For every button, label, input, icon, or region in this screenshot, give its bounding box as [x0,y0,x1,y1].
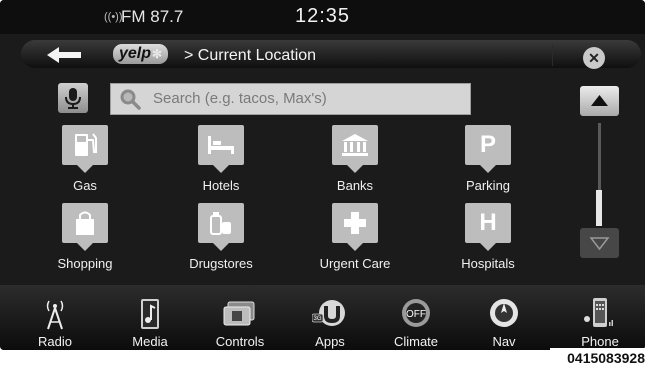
shopping-bag-icon [62,203,108,251]
yelp-logo-text: yelp [119,45,152,62]
header-divider [552,44,553,66]
fuel-pump-icon [62,125,108,173]
arrow-down-icon [589,237,610,251]
yelp-logo: yelp✻ [113,44,169,64]
parking-icon: P [465,125,511,173]
category-drugstores[interactable]: Drugstores [166,203,276,278]
nav-radio[interactable]: Radio [15,298,95,350]
nav-nav[interactable]: Nav [464,298,544,350]
category-label: Drugstores [189,256,253,271]
scrollbar-thumb[interactable] [596,190,602,226]
back-button[interactable] [45,44,83,66]
scroll-up-button[interactable] [580,86,619,116]
controls-icon [222,298,258,330]
radio-tower-icon [37,298,73,330]
search-placeholder: Search (e.g. tacos, Max's) [153,90,327,107]
apps-icon: 3G [311,298,348,330]
search-input[interactable]: Search (e.g. tacos, Max's) [110,83,471,115]
breadcrumb: > Current Location [184,47,317,64]
close-icon: ✕ [588,50,600,66]
search-icon [120,89,141,110]
category-shopping[interactable]: Shopping [30,203,140,278]
radio-signal-icon: ((•)) [104,11,123,23]
apps-3g-badge: 3G [313,316,321,322]
category-label: Hotels [202,178,240,193]
scroll-down-button[interactable] [580,228,619,258]
climate-icon: OFF [398,298,434,330]
nav-label: Apps [315,334,345,349]
nav-media[interactable]: Media [110,298,190,350]
category-label: Urgent Care [319,256,391,271]
category-hospitals[interactable]: H Hospitals [433,203,543,278]
category-banks[interactable]: Banks [300,125,410,200]
category-label: Hospitals [461,256,515,271]
nav-climate[interactable]: OFF Climate [376,298,456,350]
microphone-icon [65,88,81,109]
nav-label: Climate [393,334,439,349]
nav-apps[interactable]: 3G Apps [290,298,370,350]
category-label: Banks [336,178,374,193]
radio-station[interactable]: FM 87.7 [121,7,183,27]
nav-controls[interactable]: Controls [200,298,280,350]
close-button[interactable]: ✕ [583,47,605,69]
bank-icon [332,125,378,173]
figure-id: 0415083928 [550,348,645,369]
climate-off-badge: OFF [406,309,426,320]
category-parking[interactable]: P Parking [433,125,543,200]
voice-search-button[interactable] [58,83,88,113]
nav-label: Nav [492,334,516,349]
nav-label: Radio [38,334,72,349]
category-hotels[interactable]: Hotels [166,125,276,200]
nav-label: Controls [215,334,265,349]
bed-icon [198,125,244,173]
nav-label: Phone [581,334,619,349]
clock: 12:35 [295,5,351,27]
music-note-icon [132,298,168,330]
category-urgent-care[interactable]: Urgent Care [300,203,410,278]
medical-cross-icon [332,203,378,251]
category-label: Shopping [57,256,113,271]
category-label: Gas [73,178,97,193]
arrow-up-icon [591,95,608,106]
head-unit-screen: ((•)) FM 87.7 12:35 yelp✻ > Current Loca… [0,0,645,350]
compass-icon [486,298,522,330]
yelp-burst-icon: ✻ [152,47,163,61]
hospital-icon: H [465,203,511,251]
pill-bottles-icon [198,203,244,251]
category-label: Parking [465,178,511,193]
category-gas[interactable]: Gas [30,125,140,200]
nav-phone[interactable]: Phone [560,298,640,350]
status-bar: ((•)) FM 87.7 12:35 [0,0,645,34]
phone-icon [582,298,618,330]
back-arrow-icon [47,47,81,63]
nav-label: Media [132,334,168,349]
